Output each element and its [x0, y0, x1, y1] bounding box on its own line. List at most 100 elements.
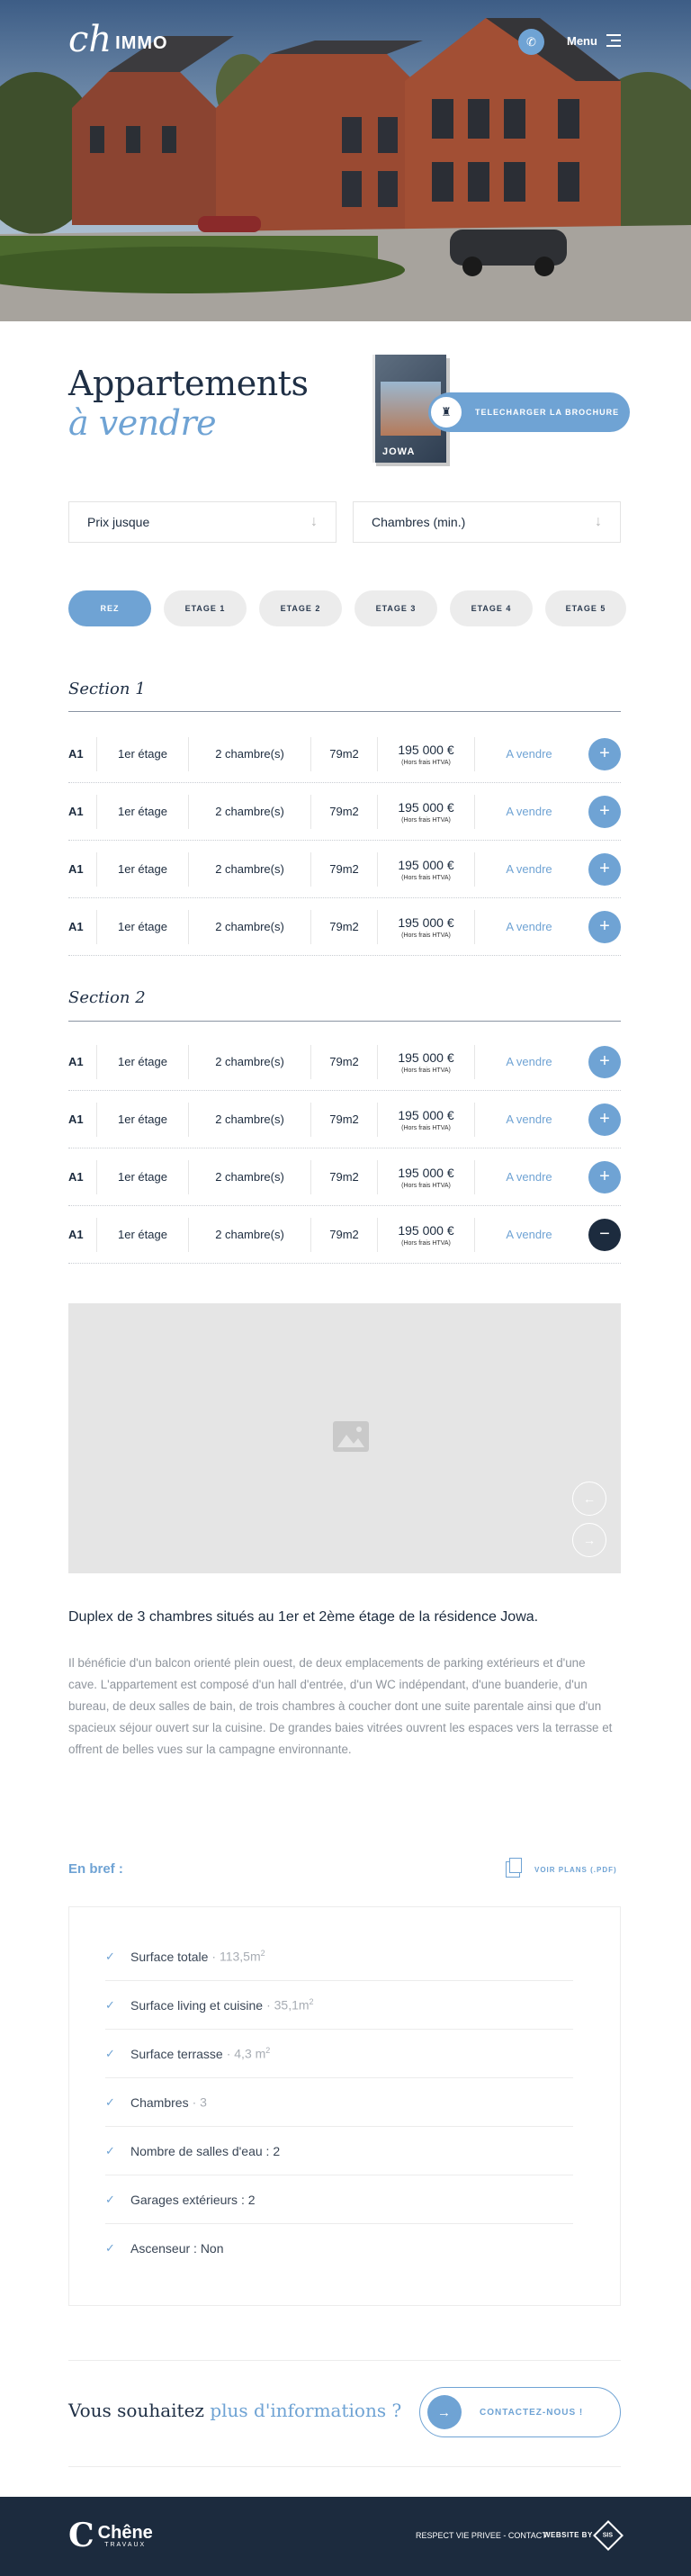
- footer-brand-sub: TRAVAUX: [104, 2541, 147, 2548]
- apartment-price-cell: 195 000 € (Hors frais HTVA): [378, 1044, 475, 1079]
- apartment-floor: 1er étage: [97, 1102, 189, 1137]
- feature-label: Surface terrasse: [130, 2046, 223, 2061]
- apartment-row[interactable]: A1 1er étage 2 chambre(s) 79m2 195 000 € (Hor…: [68, 1206, 621, 1264]
- apartment-row[interactable]: A1 1er étage 2 chambre(s) 79m2 195 000 € (Hor…: [68, 725, 621, 783]
- apartment-status: A vendre: [506, 805, 552, 818]
- apartment-price-note: (Hors frais HTVA): [401, 1239, 451, 1247]
- feature-value-text: · 3: [192, 2094, 207, 2110]
- apartment-row[interactable]: A1 1er étage 2 chambre(s) 79m2 195 000 € (Hor…: [68, 1033, 621, 1091]
- apartment-rooms: 2 chambre(s): [189, 1217, 311, 1252]
- expand-row-button[interactable]: +: [588, 795, 621, 828]
- plus-icon: +: [599, 1109, 610, 1129]
- apartment-floor: 1er étage: [97, 736, 189, 771]
- price-filter-select[interactable]: Prix jusque ↓: [68, 501, 337, 543]
- apartment-price: 195 000 €: [398, 1222, 454, 1238]
- menu-label[interactable]: Menu: [567, 34, 597, 48]
- feature-value: · 35,1m2: [266, 1997, 313, 2013]
- feature-value-text: · 4,3 m: [226, 2046, 266, 2061]
- feature-value-sup: 2: [265, 2046, 271, 2056]
- apartment-rooms: 2 chambre(s): [189, 736, 311, 771]
- section-divider: [68, 1021, 621, 1022]
- apartment-price: 195 000 €: [398, 914, 454, 930]
- image-placeholder-icon: [333, 1421, 369, 1452]
- apartment-row[interactable]: A1 1er étage 2 chambre(s) 79m2 195 000 € (Hor…: [68, 783, 621, 841]
- apartment-description: Il bénéficie d'un balcon orienté plein o…: [68, 1656, 613, 1756]
- apartment-id: A1: [68, 1102, 97, 1137]
- expand-row-button[interactable]: +: [588, 1045, 621, 1078]
- apartment-price-note: (Hors frais HTVA): [401, 1067, 451, 1074]
- gallery-prev-button[interactable]: ←: [572, 1482, 606, 1516]
- tab-etage-1[interactable]: ETAGE 1: [164, 590, 247, 626]
- arrow-right-icon: →: [427, 2395, 462, 2429]
- hero-image: ch IMMO ✆ Menu: [0, 0, 691, 321]
- apartment-price: 195 000 €: [398, 742, 454, 757]
- feature-item: ✓ Nombre de salles d'eau : 2: [105, 2127, 573, 2175]
- tab-etage-3[interactable]: ETAGE 3: [354, 590, 437, 626]
- price-filter-label: Prix jusque: [87, 515, 150, 529]
- gallery-next-button[interactable]: →: [572, 1523, 606, 1557]
- apartment-row[interactable]: A1 1er étage 2 chambre(s) 79m2 195 000 € (Hor…: [68, 1091, 621, 1148]
- checkmark-icon: ✓: [105, 2143, 115, 2157]
- apartment-price-note: (Hors frais HTVA): [401, 874, 451, 881]
- checkmark-icon: ✓: [105, 1949, 115, 1963]
- expand-row-button[interactable]: +: [588, 1103, 621, 1136]
- apartment-price-note: (Hors frais HTVA): [401, 759, 451, 766]
- apartment-title: Duplex de 3 chambres situés au 1er et 2è…: [68, 1609, 539, 1625]
- apartment-floor: 1er étage: [97, 1217, 189, 1252]
- feature-item: ✓ Chambres · 3: [105, 2078, 573, 2127]
- chene-logo-icon: C: [68, 2517, 94, 2554]
- apartment-status: A vendre: [506, 1112, 552, 1126]
- apartment-id: A1: [68, 794, 97, 829]
- apartment-price-note: (Hors frais HTVA): [401, 1182, 451, 1189]
- expand-row-button[interactable]: +: [588, 910, 621, 943]
- arrow-down-icon: ↓: [595, 514, 602, 529]
- hamburger-menu-icon[interactable]: [606, 34, 621, 47]
- contact-us-button[interactable]: → CONTACTEZ-NOUS !: [419, 2387, 621, 2437]
- feature-item: ✓ Surface living et cuisine · 35,1m2: [105, 1981, 573, 2030]
- apartment-price: 195 000 €: [398, 857, 454, 872]
- apartment-price-cell: 195 000 € (Hors frais HTVA): [378, 851, 475, 887]
- tab-etage-4[interactable]: ETAGE 4: [450, 590, 533, 626]
- feature-label: Garages extérieurs : 2: [130, 2192, 256, 2207]
- view-plans-link[interactable]: VOIR PLANS (.PDF): [506, 1858, 617, 1878]
- apartment-area: 79m2: [311, 851, 378, 887]
- apartment-status: A vendre: [506, 862, 552, 876]
- summary-label: En bref :: [68, 1861, 123, 1877]
- apartment-price-cell: 195 000 € (Hors frais HTVA): [378, 794, 475, 829]
- expand-row-button[interactable]: +: [588, 737, 621, 770]
- agency-badge[interactable]: SIS: [593, 2520, 624, 2551]
- expand-row-button[interactable]: +: [588, 852, 621, 886]
- checkmark-icon: ✓: [105, 1997, 115, 2012]
- arrow-down-icon: ↓: [310, 514, 318, 529]
- section-title: Section 1: [68, 680, 146, 698]
- divider: [68, 2466, 621, 2467]
- logo-text: IMMO: [115, 32, 168, 53]
- apartment-floor: 1er étage: [97, 794, 189, 829]
- apartment-row[interactable]: A1 1er étage 2 chambre(s) 79m2 195 000 € (Hor…: [68, 1148, 621, 1206]
- apartment-id: A1: [68, 851, 97, 887]
- apartment-area: 79m2: [311, 794, 378, 829]
- tab-etage-2[interactable]: ETAGE 2: [259, 590, 342, 626]
- feature-value-text: · 35,1m: [266, 1997, 310, 2013]
- phone-button[interactable]: ✆: [518, 29, 544, 55]
- rooms-filter-select[interactable]: Chambres (min.) ↓: [353, 501, 621, 543]
- footer-logo[interactable]: C Chêne TRAVAUX: [68, 2517, 153, 2554]
- brochure-download-icon: ♜: [428, 394, 464, 430]
- apartment-price-note: (Hors frais HTVA): [401, 932, 451, 939]
- apartment-row[interactable]: A1 1er étage 2 chambre(s) 79m2 195 000 € (Hor…: [68, 841, 621, 898]
- footer-links[interactable]: RESPECT VIE PRIVEE - CONTACT: [416, 2531, 547, 2540]
- apartment-row[interactable]: A1 1er étage 2 chambre(s) 79m2 195 000 € (Hor…: [68, 898, 621, 956]
- contact-us-label: CONTACTEZ-NOUS !: [480, 2407, 584, 2418]
- tab-rez[interactable]: REZ: [68, 590, 151, 626]
- site-logo[interactable]: ch IMMO: [68, 22, 168, 58]
- apartment-status: A vendre: [506, 1055, 552, 1068]
- feature-item: ✓ Ascenseur : Non: [105, 2224, 573, 2273]
- page-title-line2: à vendre: [68, 403, 217, 443]
- expand-row-button[interactable]: +: [588, 1160, 621, 1193]
- apartment-id: A1: [68, 1217, 97, 1252]
- document-icon: [506, 1858, 522, 1878]
- apartment-price-cell: 195 000 € (Hors frais HTVA): [378, 909, 475, 944]
- tab-etage-5[interactable]: ETAGE 5: [545, 590, 626, 626]
- collapse-row-button[interactable]: −: [588, 1218, 621, 1251]
- footer: C Chêne TRAVAUX RESPECT VIE PRIVEE - CON…: [0, 2497, 691, 2576]
